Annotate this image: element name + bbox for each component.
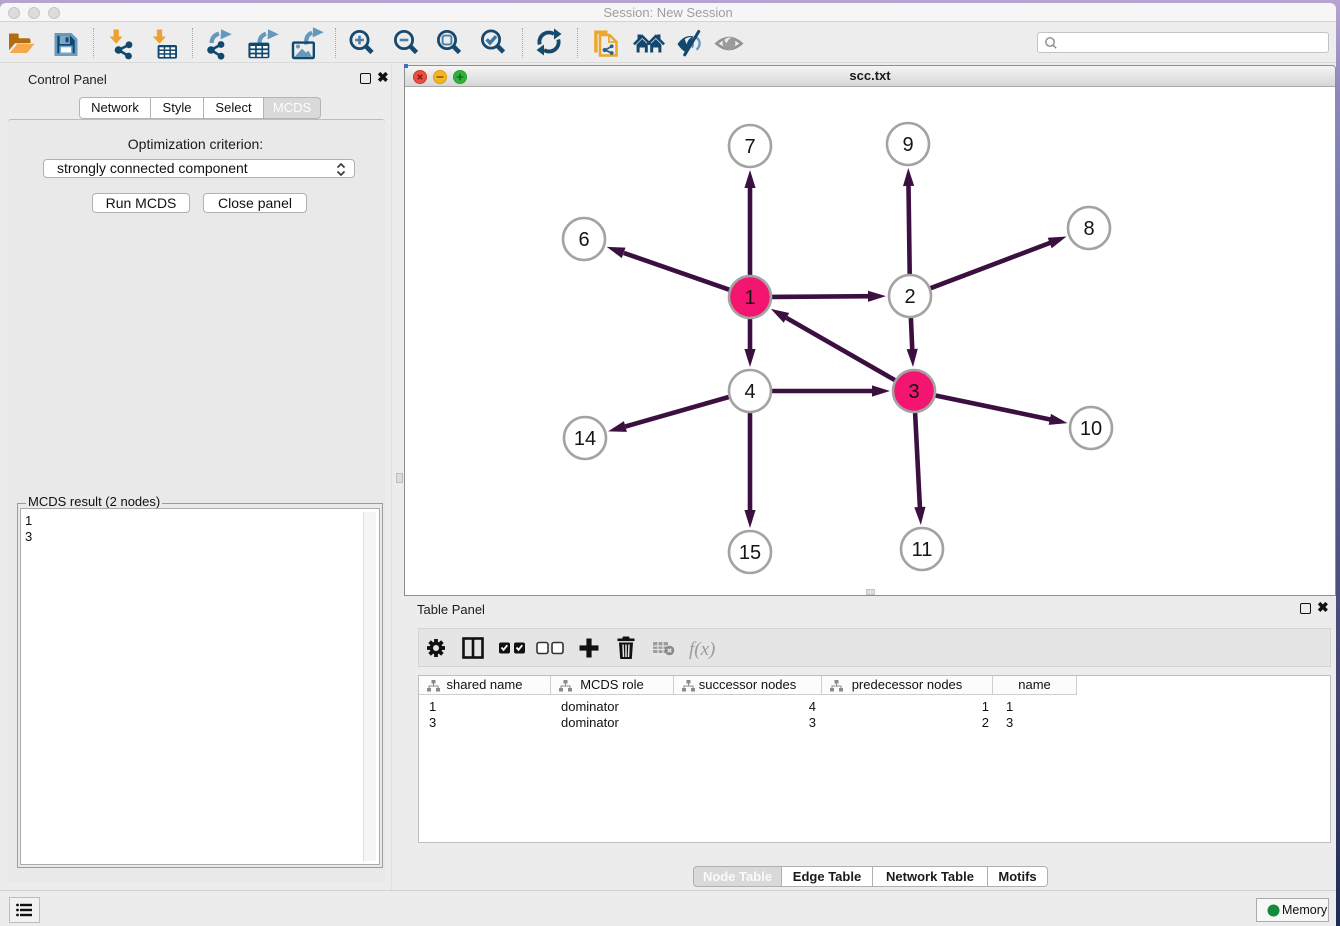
svg-text:15: 15 bbox=[739, 542, 761, 564]
svg-text:6: 6 bbox=[578, 229, 589, 251]
svg-text:7: 7 bbox=[744, 136, 755, 158]
svg-text:4: 4 bbox=[744, 381, 755, 403]
svg-text:2: 2 bbox=[904, 286, 915, 308]
svg-text:10: 10 bbox=[1080, 418, 1102, 440]
svg-text:11: 11 bbox=[912, 539, 933, 561]
svg-text:1: 1 bbox=[744, 287, 755, 309]
svg-text:14: 14 bbox=[574, 428, 596, 450]
svg-text:9: 9 bbox=[902, 134, 913, 156]
svg-text:3: 3 bbox=[908, 381, 919, 403]
svg-text:8: 8 bbox=[1083, 218, 1094, 240]
svg-text:f(x): f(x) bbox=[689, 639, 715, 660]
